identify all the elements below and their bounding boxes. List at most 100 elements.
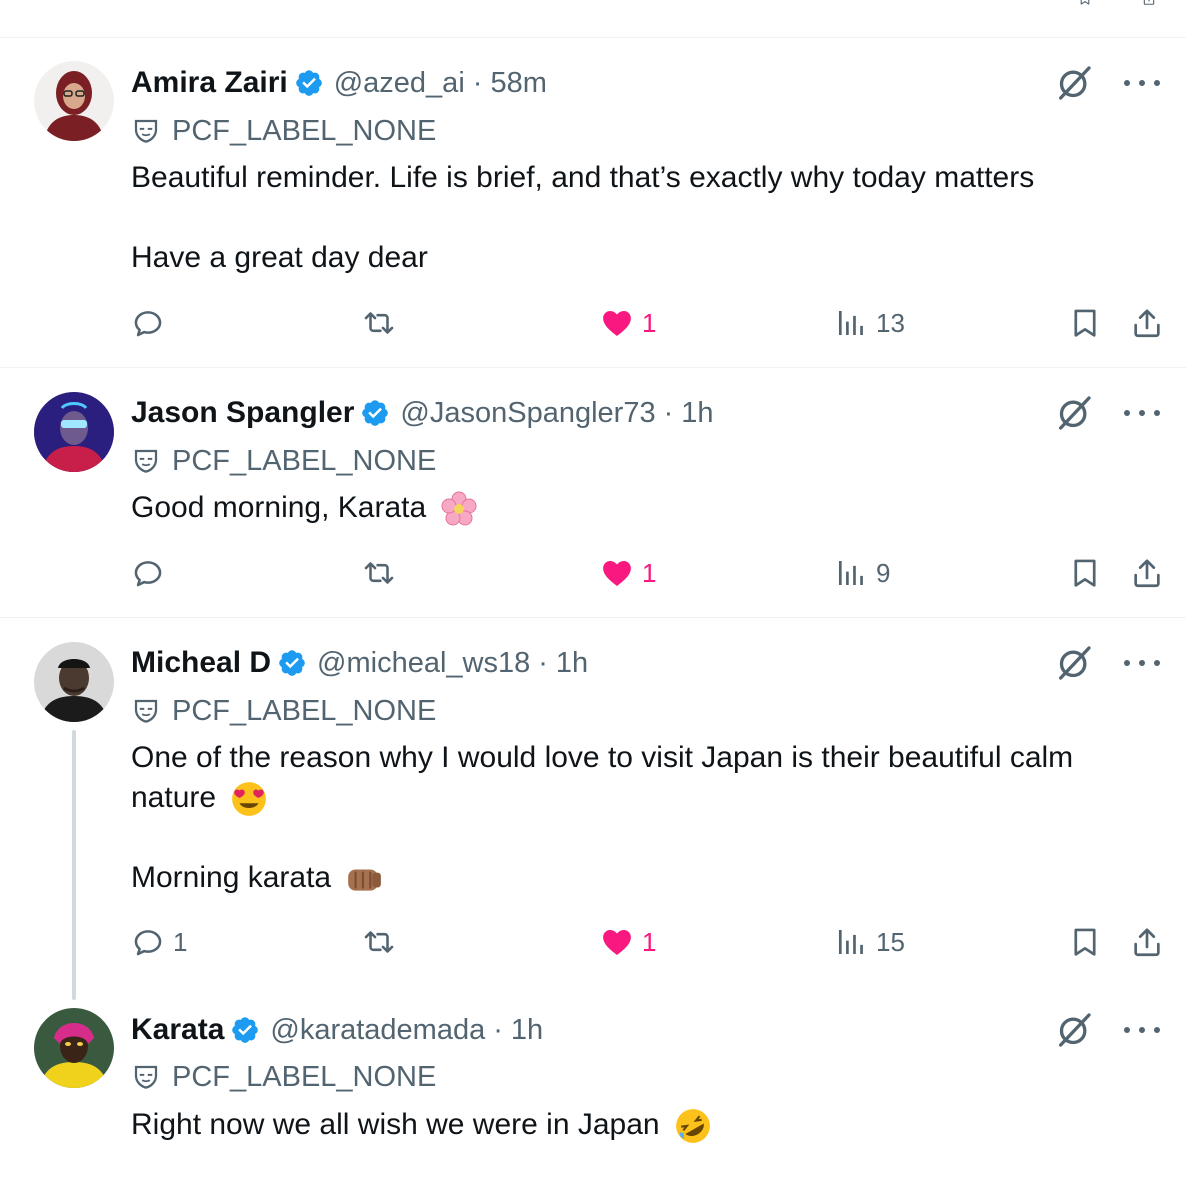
- share-icon: [1130, 306, 1164, 340]
- views-icon: [834, 556, 868, 590]
- tweet[interactable]: Karata @karatademada · 1h PCF_LABEL_NONE…: [0, 990, 1186, 1177]
- reply-icon: [131, 925, 165, 959]
- previous-tweet-strip: [0, 0, 1186, 38]
- verified-badge-icon[interactable]: [360, 398, 390, 428]
- content-label: PCF_LABEL_NONE: [131, 693, 436, 729]
- user-handle[interactable]: @micheal_ws18: [317, 647, 530, 680]
- share-button[interactable]: [1130, 303, 1164, 343]
- display-name[interactable]: Jason Spangler: [131, 396, 354, 430]
- mask-icon: [131, 696, 161, 726]
- heart-icon: [600, 925, 634, 959]
- like-count: 1: [642, 307, 657, 338]
- like-button[interactable]: 1: [600, 303, 656, 343]
- mask-icon: [131, 116, 161, 146]
- tweet-text-line: One of the reason why I would love to vi…: [131, 741, 1074, 774]
- reply-button[interactable]: [131, 303, 165, 343]
- display-name[interactable]: Micheal D: [131, 646, 271, 680]
- reply-icon: [131, 556, 165, 590]
- share-icon[interactable]: [1134, 0, 1164, 6]
- avatar[interactable]: [34, 642, 114, 722]
- avatar[interactable]: [34, 392, 114, 472]
- tweet[interactable]: Amira Zairi @azed_ai · 58m PCF_LABEL_NON…: [0, 38, 1186, 368]
- retweet-icon: [362, 556, 396, 590]
- separator: ·: [493, 1013, 503, 1046]
- more-options-icon[interactable]: [1124, 393, 1160, 433]
- share-icon: [1130, 556, 1164, 590]
- views-button[interactable]: 13: [834, 303, 905, 343]
- like-button[interactable]: 1: [600, 553, 656, 593]
- content-label: PCF_LABEL_NONE: [131, 443, 436, 479]
- retweet-icon: [362, 925, 396, 959]
- retweet-button[interactable]: [362, 303, 396, 343]
- avatar[interactable]: [34, 61, 114, 141]
- bookmark-icon: [1068, 556, 1102, 590]
- user-handle[interactable]: @karatademada: [270, 1014, 485, 1047]
- share-icon: [1130, 925, 1164, 959]
- views-button[interactable]: 9: [834, 553, 890, 593]
- tweet-text-line: Beautiful reminder. Life is brief, and t…: [131, 161, 1035, 194]
- grok-icon[interactable]: [1054, 643, 1094, 683]
- separator: ·: [538, 646, 548, 679]
- grok-icon[interactable]: [1054, 63, 1094, 103]
- grok-icon[interactable]: [1054, 393, 1094, 433]
- tweet-header: Micheal D @micheal_ws18 · 1h: [131, 643, 588, 683]
- action-bar: 1 1 15: [0, 922, 1186, 962]
- share-button[interactable]: [1130, 922, 1164, 962]
- label-text: PCF_LABEL_NONE: [172, 444, 437, 477]
- view-count: 15: [876, 926, 905, 957]
- display-name[interactable]: Karata: [131, 1013, 224, 1047]
- tweet[interactable]: Micheal D @micheal_ws18 · 1h PCF_LABEL_N…: [0, 618, 1186, 1000]
- bookmark-icon[interactable]: [1070, 0, 1100, 6]
- heart-icon: [600, 306, 634, 340]
- bookmark-button[interactable]: [1068, 553, 1102, 593]
- tweet[interactable]: Jason Spangler @JasonSpangler73 · 1h PCF…: [0, 368, 1186, 618]
- bookmark-button[interactable]: [1068, 303, 1102, 343]
- timestamp[interactable]: 1h: [681, 397, 713, 430]
- views-icon: [834, 306, 868, 340]
- user-handle[interactable]: @JasonSpangler73: [400, 397, 655, 430]
- tweet-text: Good morning, Karata: [131, 491, 427, 524]
- like-count: 1: [642, 557, 657, 588]
- grok-icon[interactable]: [1054, 1010, 1094, 1050]
- tweet-text: Right now we all wish we were in Japan: [131, 1108, 660, 1141]
- reply-button[interactable]: 1: [131, 922, 187, 962]
- retweet-button[interactable]: [362, 922, 396, 962]
- fist-bump-emoji: [348, 869, 382, 891]
- like-button[interactable]: 1: [600, 922, 656, 962]
- views-icon: [834, 925, 868, 959]
- tweet-text-line: Right now we all wish we were in Japan: [131, 1105, 712, 1145]
- more-options-icon[interactable]: [1124, 643, 1160, 683]
- label-text: PCF_LABEL_NONE: [172, 694, 437, 727]
- label-text: PCF_LABEL_NONE: [172, 114, 437, 147]
- more-options-icon[interactable]: [1124, 1010, 1160, 1050]
- avatar[interactable]: [34, 1008, 114, 1088]
- timestamp[interactable]: 58m: [490, 67, 546, 100]
- timestamp[interactable]: 1h: [556, 647, 588, 680]
- mask-icon: [131, 1062, 161, 1092]
- verified-badge-icon[interactable]: [277, 648, 307, 678]
- tweet-text-line: nature: [131, 778, 268, 818]
- view-count: 9: [876, 557, 891, 588]
- reply-button[interactable]: [131, 553, 165, 593]
- tweet-text-line: Morning karata: [131, 858, 383, 898]
- verified-badge-icon[interactable]: [294, 68, 324, 98]
- verified-badge-icon[interactable]: [230, 1015, 260, 1045]
- views-button[interactable]: 15: [834, 922, 905, 962]
- mask-icon: [131, 446, 161, 476]
- retweet-button[interactable]: [362, 553, 396, 593]
- display-name[interactable]: Amira Zairi: [131, 66, 288, 100]
- timestamp[interactable]: 1h: [511, 1014, 543, 1047]
- more-options-icon[interactable]: [1124, 63, 1160, 103]
- tweet-text: nature: [131, 781, 217, 814]
- heart-icon: [600, 556, 634, 590]
- reply-count: 1: [173, 926, 188, 957]
- action-bar: 1 13: [0, 303, 1186, 343]
- bookmark-button[interactable]: [1068, 922, 1102, 962]
- reply-icon: [131, 306, 165, 340]
- tweet-header: Jason Spangler @JasonSpangler73 · 1h: [131, 393, 714, 433]
- tweet-header: Karata @karatademada · 1h: [131, 1010, 543, 1050]
- user-handle[interactable]: @azed_ai: [334, 67, 465, 100]
- share-button[interactable]: [1130, 553, 1164, 593]
- cherry-blossom-emoji: [441, 491, 477, 526]
- like-count: 1: [642, 926, 657, 957]
